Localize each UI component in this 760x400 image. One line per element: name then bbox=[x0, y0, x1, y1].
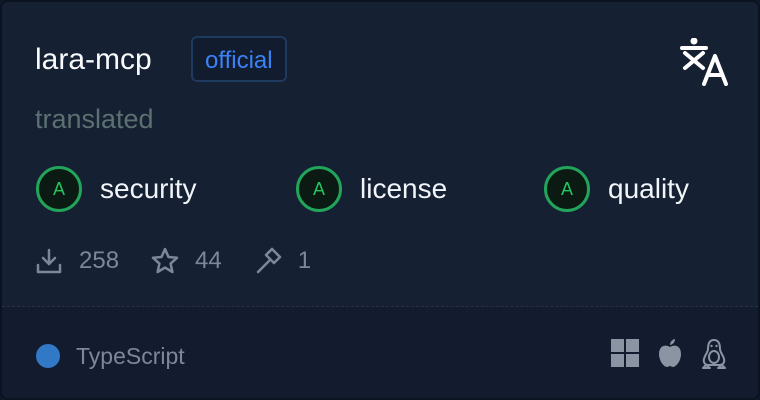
apple-icon bbox=[659, 339, 681, 367]
score-label-quality: quality bbox=[608, 173, 689, 204]
tools-stat: 1 bbox=[254, 247, 311, 275]
stars-count: 44 bbox=[195, 247, 222, 274]
score-license: A license bbox=[296, 166, 447, 212]
footer-divider bbox=[2, 306, 758, 307]
package-subtitle: translated bbox=[35, 104, 154, 134]
windows-icon bbox=[611, 339, 639, 367]
score-quality: A quality bbox=[544, 166, 689, 212]
grade-badge: A bbox=[296, 166, 342, 212]
language-color-dot bbox=[36, 344, 60, 368]
downloads-stat: 258 bbox=[35, 247, 119, 275]
stars-stat: 44 bbox=[151, 247, 222, 275]
hammer-icon bbox=[256, 247, 281, 274]
tools-count: 1 bbox=[297, 247, 312, 274]
downloads-count: 258 bbox=[79, 247, 120, 274]
translate-icon[interactable] bbox=[678, 38, 730, 86]
score-label-license: license bbox=[360, 173, 448, 204]
score-label-security: security bbox=[100, 173, 197, 204]
linux-icon bbox=[702, 339, 726, 369]
package-name[interactable]: lara-mcp bbox=[35, 40, 152, 80]
score-security: A security bbox=[36, 166, 196, 212]
package-card[interactable]: lara-mcp official translated A security … bbox=[0, 0, 760, 400]
official-badge: official bbox=[191, 36, 287, 82]
language-indicator: TypeScript bbox=[36, 340, 185, 372]
download-icon bbox=[36, 248, 62, 274]
language-label: TypeScript bbox=[76, 342, 185, 369]
grade-badge: A bbox=[36, 166, 82, 212]
star-icon bbox=[151, 247, 179, 274]
stats-row: 258 44 1 bbox=[35, 242, 343, 280]
grade-badge: A bbox=[544, 166, 590, 212]
